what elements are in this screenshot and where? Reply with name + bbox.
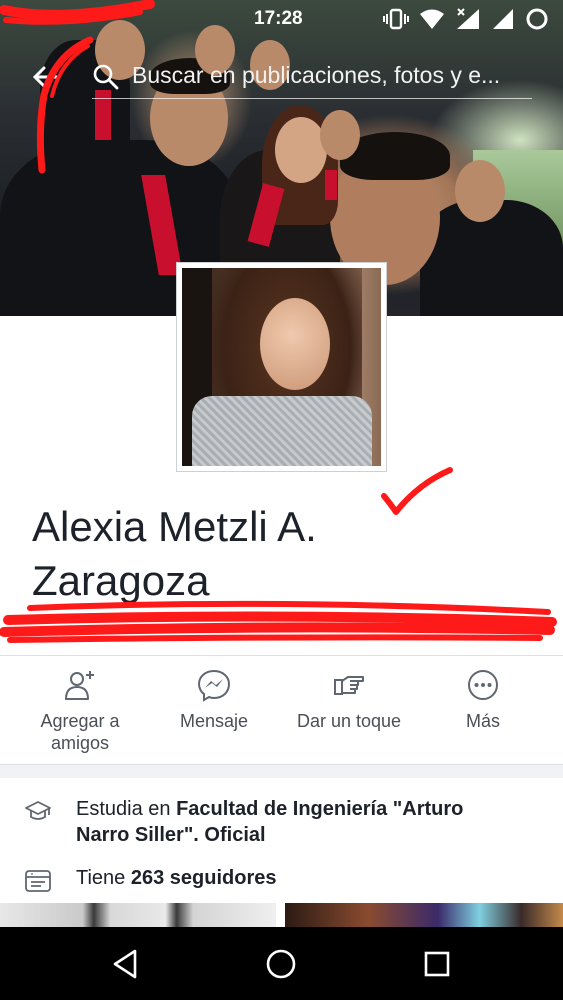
poke-label: Dar un toque	[296, 711, 402, 731]
messenger-icon	[197, 669, 231, 702]
status-bar: 17:28	[0, 0, 563, 38]
cover-face	[455, 160, 505, 222]
profile-name: Alexia Metzli A. Zaragoza	[32, 500, 532, 608]
cover-face	[320, 110, 360, 160]
followers-row[interactable]: Tiene 263 seguidores	[24, 865, 544, 892]
message-label: Mensaje	[179, 711, 249, 731]
recents-icon[interactable]	[420, 947, 454, 981]
photo-top	[192, 396, 372, 466]
photos-strip	[0, 903, 563, 927]
profile-name-line1: Alexia Metzli A.	[32, 503, 317, 550]
add-friend-button[interactable]: Agregar a amigos	[28, 668, 132, 754]
back-arrow-icon[interactable]	[30, 61, 62, 93]
add-friend-label: Agregar a	[40, 711, 120, 731]
signal-icon	[491, 8, 515, 35]
add-friend-label: amigos	[50, 733, 110, 753]
followers-count: 263 seguidores	[130, 867, 277, 889]
profile-name-line2: Zaragoza	[32, 557, 210, 604]
system-navigation-bar	[0, 927, 563, 1000]
profile-actions: Agregar a amigos Mensaje Dar un toque Má…	[0, 668, 563, 764]
search-input[interactable]: Buscar en publicaciones, fotos y e...	[132, 62, 500, 89]
education-prefix: Estudia en	[76, 798, 177, 820]
education-school-line1: Facultad de Ingeniería "Arturo	[176, 798, 464, 820]
more-button[interactable]: Más	[444, 668, 522, 732]
add-friend-icon	[65, 671, 94, 700]
signal-icon	[455, 8, 481, 35]
vibrate-icon	[383, 8, 409, 35]
search-bar[interactable]: Buscar en publicaciones, fotos y e...	[0, 55, 563, 99]
home-icon[interactable]	[264, 947, 298, 981]
divider	[0, 655, 563, 656]
cover-face	[275, 117, 327, 183]
more-label: Más	[465, 711, 500, 731]
graduation-cap-icon	[25, 801, 51, 820]
poke-button[interactable]: Dar un toque	[290, 668, 408, 732]
followers-text: Tiene 263 seguidores	[76, 865, 544, 891]
cover-tie	[325, 170, 337, 200]
profile-photo	[182, 268, 381, 466]
photo-thumbnail[interactable]	[0, 903, 276, 927]
back-icon[interactable]	[109, 947, 143, 981]
section-separator	[0, 764, 563, 778]
education-school-line2: Narro Siller". Oficial	[76, 824, 266, 846]
status-icons	[383, 7, 549, 36]
poke-icon	[334, 676, 364, 695]
wifi-icon	[419, 8, 445, 35]
education-row[interactable]: Estudia en Facultad de Ingeniería "Artur…	[24, 796, 544, 848]
profile-picture[interactable]	[176, 262, 387, 472]
followers-prefix: Tiene	[76, 867, 131, 889]
message-button[interactable]: Mensaje	[164, 668, 264, 732]
search-icon	[93, 64, 119, 90]
status-time: 17:28	[254, 8, 303, 29]
photo-face	[260, 298, 330, 390]
followers-icon	[25, 870, 51, 892]
photo-thumbnail[interactable]	[285, 903, 563, 927]
battery-icon	[525, 7, 549, 36]
search-underline	[92, 98, 532, 99]
education-text: Estudia en Facultad de Ingeniería "Artur…	[76, 796, 544, 848]
more-icon	[468, 670, 498, 700]
